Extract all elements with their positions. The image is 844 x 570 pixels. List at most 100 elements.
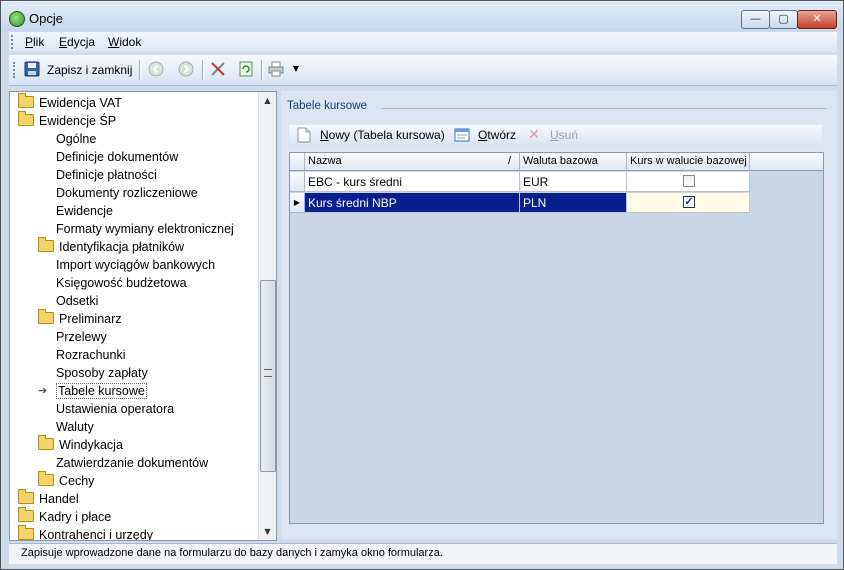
tree-item-label: Ustawienia operatora	[56, 402, 175, 416]
cell-currency[interactable]: EUR	[520, 172, 627, 192]
tools-icon[interactable]	[209, 61, 227, 79]
tree-item-label: Formaty wymiany elektronicznej	[56, 222, 234, 236]
content-panel: Tabele kursowe Nowy (Tabela kursowa) Otw…	[281, 91, 837, 539]
tree-item[interactable]: Odsetki	[56, 292, 98, 310]
sort-indicator: /	[507, 155, 511, 167]
tree-item[interactable]: Zatwierdzanie dokumentów	[56, 454, 208, 472]
menu-edycja[interactable]: Edycja	[59, 35, 95, 49]
tree-scrollbar[interactable]: ▲ ▼	[258, 92, 276, 540]
folder-icon	[18, 507, 34, 522]
checkbox[interactable]	[683, 175, 695, 187]
tree-item[interactable]: Waluty	[56, 418, 94, 436]
cell-rate-in-base-currency[interactable]: ✓	[627, 193, 750, 213]
section-divider	[381, 108, 827, 109]
folder-icon	[18, 111, 34, 126]
title-bar[interactable]: Opcje — ▢ ✕	[1, 1, 843, 31]
folder-icon	[18, 489, 34, 504]
menu-widok[interactable]: Widok	[108, 35, 141, 49]
tree-item[interactable]: Identyfikacja płatników	[38, 237, 184, 256]
column-header-name[interactable]: Nazwa /	[305, 153, 520, 170]
tree-item[interactable]: Dokumenty rozliczeniowe	[56, 184, 198, 202]
column-header-rate[interactable]: Kurs w walucie bazowej	[627, 153, 750, 170]
scroll-thumb[interactable]	[260, 280, 276, 472]
tree-item-label: Tabele kursowe	[56, 383, 147, 399]
tree-item[interactable]: Ewidencje	[56, 202, 113, 220]
tree-item[interactable]: Przelewy	[56, 328, 107, 346]
tree-item[interactable]: Cechy	[38, 471, 95, 490]
delete-x-icon[interactable]: ✕	[525, 127, 543, 145]
tree-item[interactable]: Ewidencje ŚP	[18, 111, 117, 130]
back-arrow-icon[interactable]	[147, 61, 165, 79]
row-selector[interactable]: ▶	[290, 193, 305, 213]
forward-arrow-icon[interactable]	[177, 61, 195, 79]
tree-item[interactable]: Windykacja	[38, 435, 123, 454]
menu-bar: Plik Edycja Widok	[9, 32, 837, 52]
cell-rate-in-base-currency[interactable]	[627, 172, 750, 192]
column-name-label: Nazwa	[308, 155, 342, 167]
tree-item[interactable]: Handel	[18, 489, 79, 508]
column-header-currency[interactable]: Waluta bazowa	[520, 153, 627, 170]
table-row[interactable]: EBC - kurs średni EUR	[290, 172, 750, 192]
tree-item[interactable]: ➔ Tabele kursowe	[38, 382, 147, 400]
tree-item[interactable]: Formaty wymiany elektronicznej	[56, 220, 234, 238]
printer-icon[interactable]	[267, 61, 285, 79]
header-selector	[290, 153, 305, 170]
tree-item-label: Księgowość budżetowa	[56, 276, 187, 290]
scroll-up-icon[interactable]: ▲	[259, 92, 276, 109]
tree-item-label: Dokumenty rozliczeniowe	[56, 186, 198, 200]
floppy-disk-icon[interactable]	[23, 61, 41, 79]
tree-item[interactable]: Kadry i płace	[18, 507, 112, 526]
tree-item[interactable]: Ustawienia operatora	[56, 400, 174, 418]
refresh-icon[interactable]	[237, 61, 255, 79]
tree-item[interactable]: Preliminarz	[38, 309, 122, 328]
toolbar-separator	[261, 60, 263, 80]
tree-item-label: Cechy	[59, 474, 95, 488]
maximize-button[interactable]: ▢	[769, 10, 798, 29]
tree-item-label: Import wyciągów bankowych	[56, 258, 216, 272]
cell-currency[interactable]: PLN	[520, 193, 627, 213]
tree-item[interactable]: Ewidencja VAT	[18, 93, 122, 112]
tree-item[interactable]: Kontrahenci i urzędy	[18, 525, 153, 541]
minimize-button[interactable]: —	[741, 10, 770, 29]
tree-item[interactable]: Definicje dokumentów	[56, 148, 178, 166]
open-button[interactable]: Otwórz	[478, 128, 516, 142]
close-button[interactable]: ✕	[797, 10, 837, 29]
new-document-icon[interactable]	[295, 127, 313, 145]
exchange-tables-grid: Nazwa / Waluta bazowa Kurs w walucie bazo…	[289, 152, 824, 524]
menu-plik[interactable]: Plik	[25, 35, 44, 49]
delete-button[interactable]: Usuń	[550, 128, 578, 142]
checkbox[interactable]: ✓	[683, 196, 695, 208]
folder-icon	[18, 93, 34, 108]
chevron-down-icon[interactable]: ▼	[287, 61, 305, 79]
tree-item-label: Definicje dokumentów	[56, 150, 179, 164]
row-selector[interactable]	[290, 172, 305, 192]
folder-icon	[38, 471, 54, 486]
tree-item[interactable]: Definicje płatności	[56, 166, 157, 184]
tree-item-label: Kontrahenci i urzędy	[39, 528, 153, 541]
folder-icon	[38, 435, 54, 450]
scroll-down-icon[interactable]: ▼	[259, 523, 276, 540]
tree-item-label: Kadry i płace	[39, 510, 112, 524]
table-row[interactable]: ▶ Kurs średni NBP PLN ✓	[290, 193, 750, 213]
tree-item-label: Zatwierdzanie dokumentów	[56, 456, 209, 470]
folder-icon	[18, 525, 34, 540]
tree-item-label: Ewidencje ŚP	[39, 114, 117, 128]
main-toolbar: Zapisz i zamknij ▼	[9, 55, 837, 86]
new-button[interactable]: Nowy (Tabela kursowa)	[320, 128, 445, 142]
tree-item-label: Ewidencje	[56, 204, 113, 218]
scroll-grip	[264, 369, 272, 377]
tree-item-label: Definicje płatności	[56, 168, 157, 182]
tree-item[interactable]: Sposoby zapłaty	[56, 364, 148, 382]
cell-name[interactable]: Kurs średni NBP	[305, 193, 520, 213]
tree-item[interactable]: Import wyciągów bankowych	[56, 256, 215, 274]
cell-name[interactable]: EBC - kurs średni	[305, 172, 520, 192]
tree-item[interactable]: Księgowość budżetowa	[56, 274, 187, 292]
save-and-close-button[interactable]: Zapisz i zamknij	[47, 63, 132, 77]
tree-item[interactable]: Rozrachunki	[56, 346, 125, 364]
tree-item-label: Ewidencja VAT	[39, 96, 122, 110]
section-title: Tabele kursowe	[287, 100, 367, 112]
options-window: Opcje — ▢ ✕ Plik Edycja Widok Zapisz i z…	[0, 0, 844, 570]
open-document-icon[interactable]	[453, 127, 471, 145]
tree-item[interactable]: Ogólne	[56, 130, 96, 148]
options-tree: Ewidencja VAT Ewidencje ŚP Ogólne Definicje…	[9, 91, 277, 541]
